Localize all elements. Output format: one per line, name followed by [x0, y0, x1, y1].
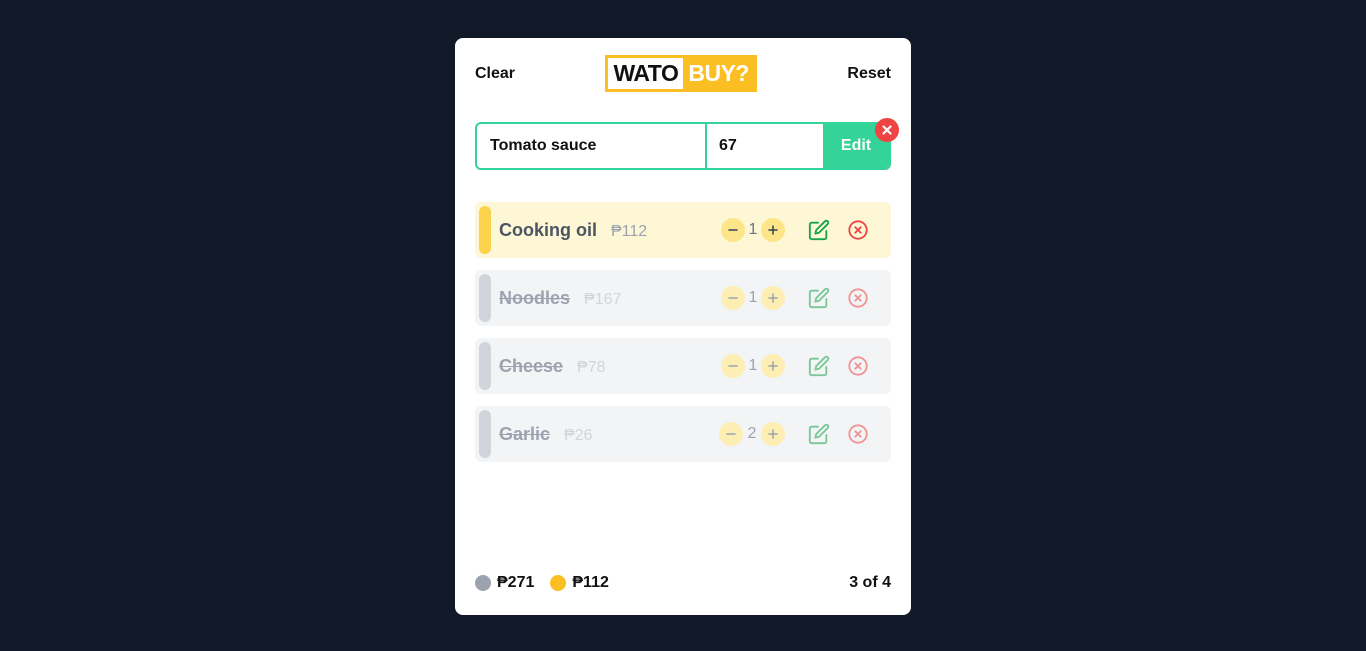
item-price: ₱78: [577, 358, 606, 376]
quantity-value: 1: [748, 357, 758, 374]
item-price: ₱26: [564, 426, 593, 444]
delete-icon[interactable]: [847, 287, 869, 309]
header: Clear WATO BUY? Reset: [475, 55, 891, 92]
minus-icon: [728, 365, 738, 367]
list-item[interactable]: Noodles ₱167 1: [475, 270, 891, 326]
edit-icon[interactable]: [808, 287, 830, 309]
pending-total: ₱112: [550, 574, 609, 592]
decrease-button[interactable]: [719, 422, 743, 446]
item-name-text: Noodles: [499, 287, 571, 308]
done-total: ₱271: [475, 574, 534, 592]
clear-button[interactable]: Clear: [475, 65, 515, 83]
quantity-stepper: 1: [721, 286, 785, 310]
list-item[interactable]: Garlic ₱26 2: [475, 406, 891, 462]
quantity-stepper: 2: [719, 422, 785, 446]
item-status-bar[interactable]: [479, 206, 491, 254]
cancel-edit-button[interactable]: [875, 118, 899, 142]
list-item[interactable]: Cooking oil ₱112 1: [475, 202, 891, 258]
increase-button[interactable]: [761, 422, 785, 446]
edit-icon[interactable]: [808, 423, 830, 445]
increase-button[interactable]: [761, 218, 785, 242]
item-price: ₱112: [611, 222, 648, 240]
delete-icon[interactable]: [847, 355, 869, 377]
quantity-stepper: 1: [721, 354, 785, 378]
plus-icon: [768, 361, 778, 371]
item-name-text: Cooking oil: [499, 219, 597, 240]
totals: ₱271 ₱112: [475, 574, 625, 592]
quantity-value: 1: [748, 289, 758, 306]
item-name-text: Garlic: [499, 423, 551, 444]
item-name: Noodles ₱167: [499, 288, 621, 309]
item-price-input[interactable]: [707, 124, 823, 168]
plus-icon: [768, 225, 778, 235]
plus-icon: [768, 429, 778, 439]
delete-icon[interactable]: [847, 219, 869, 241]
quantity-stepper: 1: [721, 218, 785, 242]
increase-button[interactable]: [761, 286, 785, 310]
item-name-text: Cheese: [499, 355, 564, 376]
minus-icon: [728, 229, 738, 231]
logo-part2: BUY?: [683, 58, 754, 89]
item-status-bar[interactable]: [479, 274, 491, 322]
quantity-value: 2: [747, 425, 757, 442]
pending-dot-icon: [550, 575, 567, 591]
item-list: Cooking oil ₱112 1 Noodles ₱167 1 Cheese…: [475, 202, 891, 474]
progress-count: 3 of 4: [849, 574, 891, 591]
list-item[interactable]: Cheese ₱78 1: [475, 338, 891, 394]
close-icon: [882, 125, 892, 135]
logo: WATO BUY?: [605, 55, 757, 92]
reset-button[interactable]: Reset: [847, 65, 891, 83]
decrease-button[interactable]: [721, 286, 745, 310]
edit-icon[interactable]: [808, 355, 830, 377]
increase-button[interactable]: [761, 354, 785, 378]
item-name: Garlic ₱26: [499, 424, 593, 445]
item-status-bar[interactable]: [479, 410, 491, 458]
done-total-value: ₱271: [497, 574, 535, 591]
minus-icon: [728, 297, 738, 299]
item-name: Cooking oil ₱112: [499, 220, 647, 241]
logo-part1: WATO: [608, 58, 684, 89]
edit-icon[interactable]: [808, 219, 830, 241]
item-name: Cheese ₱78: [499, 356, 606, 377]
item-status-bar[interactable]: [479, 342, 491, 390]
minus-icon: [726, 433, 736, 435]
done-dot-icon: [475, 575, 491, 591]
app-card: Clear WATO BUY? Reset Edit Cooking oil ₱1…: [455, 38, 911, 615]
footer: ₱271 ₱112 3 of 4: [475, 572, 891, 594]
item-price: ₱167: [584, 290, 622, 308]
quantity-value: 1: [748, 221, 758, 238]
decrease-button[interactable]: [721, 354, 745, 378]
pending-total-value: ₱112: [572, 574, 609, 591]
item-form: Edit: [475, 122, 891, 170]
delete-icon[interactable]: [847, 423, 869, 445]
plus-icon: [768, 293, 778, 303]
decrease-button[interactable]: [721, 218, 745, 242]
item-name-input[interactable]: [477, 124, 707, 168]
